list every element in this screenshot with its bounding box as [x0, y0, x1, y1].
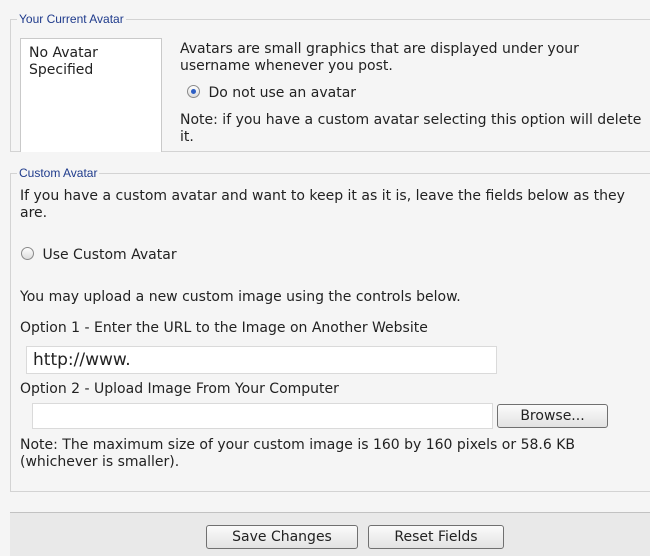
avatar-preview-box: No Avatar Specified	[20, 38, 162, 152]
use-custom-avatar-option[interactable]: Use Custom Avatar	[21, 247, 177, 264]
current-avatar-legend: Your Current Avatar	[19, 12, 124, 26]
avatar-placeholder-text: No Avatar Specified	[29, 45, 98, 78]
delete-avatar-note: Note: if you have a custom avatar select…	[180, 112, 642, 145]
image-size-note: Note: The maximum size of your custom im…	[20, 437, 575, 470]
browse-button[interactable]: Browse...	[497, 404, 608, 428]
use-custom-avatar-radio[interactable]	[21, 247, 34, 260]
avatar-description: Avatars are small graphics that are disp…	[180, 41, 579, 74]
option2-label: Option 2 - Upload Image From Your Comput…	[20, 381, 339, 397]
reset-fields-button[interactable]: Reset Fields	[368, 525, 504, 549]
custom-avatar-intro: If you have a custom avatar and want to …	[20, 188, 625, 221]
use-custom-avatar-label: Use Custom Avatar	[42, 247, 177, 263]
avatar-file-input[interactable]	[32, 403, 493, 429]
custom-avatar-legend: Custom Avatar	[19, 166, 98, 180]
save-changes-button[interactable]: Save Changes	[206, 525, 358, 549]
no-avatar-radio[interactable]	[187, 85, 200, 98]
no-avatar-option[interactable]: Do not use an avatar	[187, 85, 356, 102]
no-avatar-label: Do not use an avatar	[208, 85, 357, 101]
avatar-url-input[interactable]: http://www.	[26, 346, 497, 374]
option1-label: Option 1 - Enter the URL to the Image on…	[20, 320, 428, 336]
upload-intro-text: You may upload a new custom image using …	[20, 289, 461, 305]
